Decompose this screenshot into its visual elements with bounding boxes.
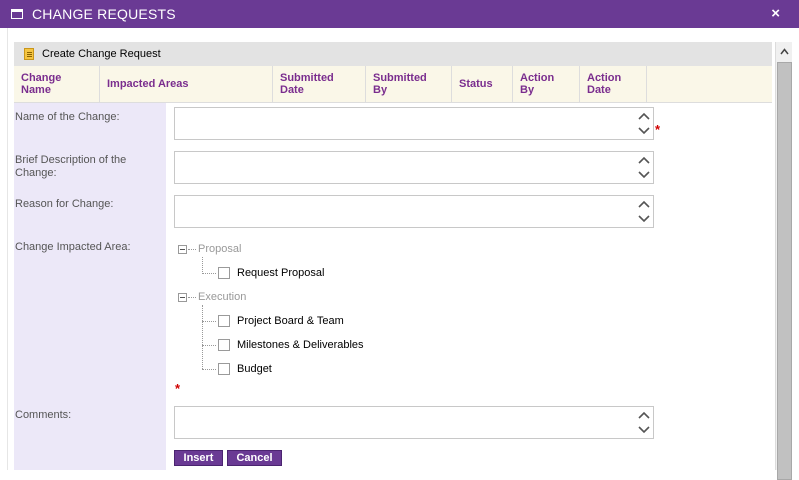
tree-item-milestones-deliverables[interactable]: Milestones & Deliverables: [237, 339, 364, 351]
col-submitted-date[interactable]: Submitted Date: [273, 66, 366, 102]
tree-connector: [188, 297, 196, 298]
required-mark-impacted: *: [175, 381, 181, 396]
name-field[interactable]: [174, 107, 654, 140]
col-submitted-date-l1: Submitted: [280, 72, 334, 84]
tree-connector: [202, 369, 216, 370]
tree-node-proposal[interactable]: Proposal: [198, 243, 241, 255]
left-edge: [0, 28, 8, 470]
checkbox-request-proposal[interactable]: [218, 267, 230, 279]
reason-label: Reason for Change:: [15, 198, 114, 210]
tree-connector: [202, 321, 216, 322]
tree-item-budget[interactable]: Budget: [237, 363, 272, 375]
col-submitted-by-l2: By: [373, 84, 388, 96]
scroll-down-icon[interactable]: [638, 170, 650, 180]
cancel-button[interactable]: Cancel: [227, 450, 282, 466]
tree-connector: [202, 345, 216, 346]
scroll-up-icon[interactable]: [638, 111, 650, 121]
col-status-label: Status: [459, 78, 493, 90]
col-action-by[interactable]: Action By: [513, 66, 580, 102]
tree-connector: [202, 273, 216, 274]
tree-connector: [202, 305, 203, 369]
insert-button[interactable]: Insert: [174, 450, 223, 466]
checkbox-project-board-team[interactable]: [218, 315, 230, 327]
comments-label: Comments:: [15, 409, 72, 421]
tree-connector: [202, 257, 203, 272]
col-status[interactable]: Status: [452, 66, 513, 102]
col-action-date-l1: Action: [587, 72, 622, 84]
window-icon: [11, 9, 23, 19]
scroll-up-icon[interactable]: [638, 410, 650, 420]
name-label: Name of the Change:: [15, 111, 120, 123]
required-mark-name: *: [655, 122, 661, 137]
col-action-date-l2: Date: [587, 84, 611, 96]
comments-field[interactable]: [174, 406, 654, 439]
grid-header: Change Name Impacted Areas Submitted Date …: [14, 66, 772, 103]
scroll-up-icon[interactable]: [638, 155, 650, 165]
impacted-area-label: Change Impacted Area:: [15, 241, 131, 253]
description-label-line2: Change:: [15, 167, 57, 179]
col-change-name-l2: Name: [21, 84, 51, 96]
tree-node-execution[interactable]: Execution: [198, 291, 246, 303]
col-submitted-by-l1: Submitted: [373, 72, 427, 84]
scrollbar-thumb[interactable]: [777, 62, 792, 480]
tree-connector: [188, 249, 196, 250]
description-field[interactable]: [174, 151, 654, 184]
scroll-down-icon[interactable]: [638, 214, 650, 224]
col-impacted-areas[interactable]: Impacted Areas: [100, 66, 273, 102]
panel-header-title: Create Change Request: [42, 48, 161, 60]
col-action-by-l1: Action: [520, 72, 555, 84]
col-impacted-areas-label: Impacted Areas: [107, 78, 189, 90]
document-icon: [24, 48, 34, 60]
col-submitted-date-l2: Date: [280, 84, 304, 96]
reason-field[interactable]: [174, 195, 654, 228]
tree-item-request-proposal[interactable]: Request Proposal: [237, 267, 324, 279]
scroll-down-icon[interactable]: [638, 126, 650, 136]
panel-header: Create Change Request: [14, 42, 772, 66]
scroll-down-icon[interactable]: [638, 425, 650, 435]
close-icon[interactable]: ×: [771, 5, 780, 22]
description-label-line1: Brief Description of the: [15, 154, 127, 166]
col-change-name-l1: Change: [21, 72, 62, 84]
description-label: Brief Description of the Change:: [15, 154, 155, 180]
vertical-scrollbar[interactable]: [775, 42, 792, 480]
col-change-name[interactable]: Change Name: [14, 66, 100, 102]
window-title: CHANGE REQUESTS: [32, 6, 176, 22]
col-action-date[interactable]: Action Date: [580, 66, 647, 102]
title-bar: CHANGE REQUESTS ×: [0, 0, 799, 28]
col-submitted-by[interactable]: Submitted By: [366, 66, 452, 102]
checkbox-milestones-deliverables[interactable]: [218, 339, 230, 351]
collapse-proposal-icon[interactable]: [178, 245, 187, 254]
collapse-execution-icon[interactable]: [178, 293, 187, 302]
tree-item-project-board-team[interactable]: Project Board & Team: [237, 315, 344, 327]
scroll-up-arrow-icon[interactable]: [780, 46, 789, 58]
scroll-up-icon[interactable]: [638, 199, 650, 209]
col-action-by-l2: By: [520, 84, 535, 96]
checkbox-budget[interactable]: [218, 363, 230, 375]
